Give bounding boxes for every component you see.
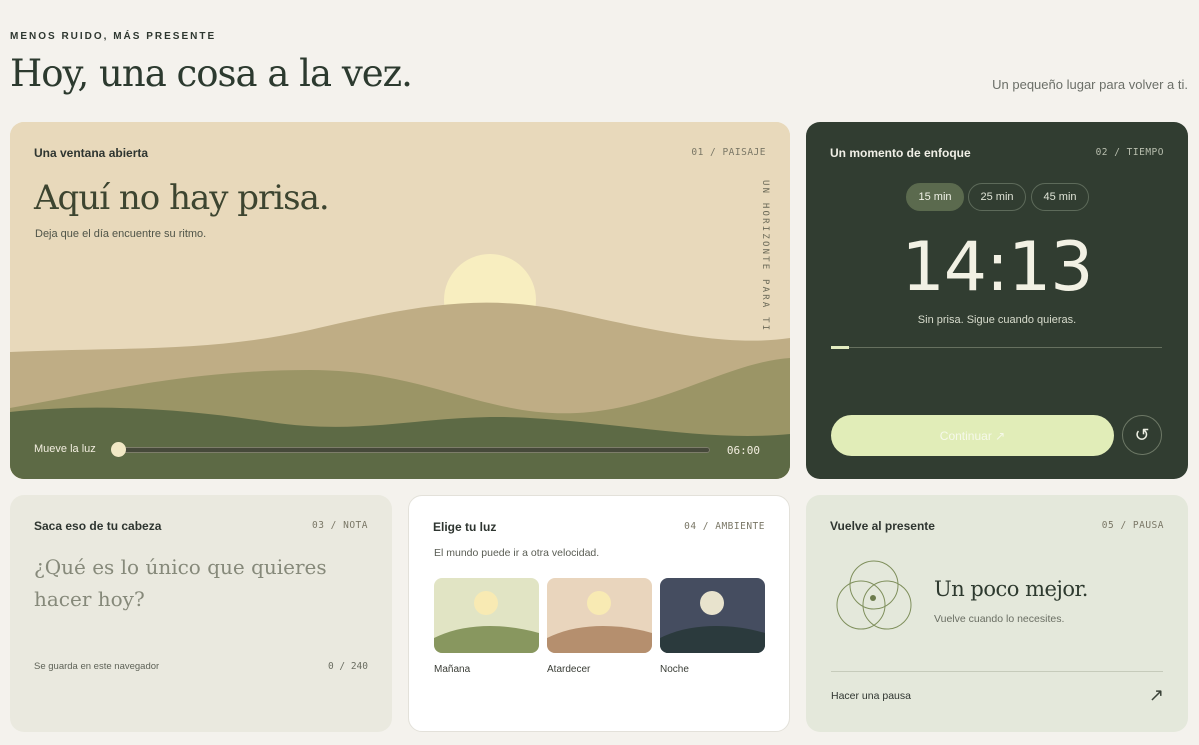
continue-button[interactable]: Continuar ↗ — [831, 415, 1114, 456]
pause-message: Un poco mejor. — [934, 577, 1088, 601]
tagline: Un pequeño lugar para volver a ti. — [992, 77, 1188, 92]
light-slider-handle[interactable] — [111, 442, 126, 457]
divider — [831, 671, 1163, 672]
landscape-tag: 01 / PAISAJE — [691, 147, 766, 158]
landscape-illustration — [10, 122, 790, 479]
progress-fill — [831, 346, 849, 349]
landscape-title: Una ventana abierta — [34, 146, 149, 160]
duration-15[interactable]: 15 min — [906, 183, 964, 211]
duration-45[interactable]: 45 min — [1031, 183, 1089, 211]
pause-link[interactable]: Hacer una pausa — [831, 690, 911, 702]
pause-submessage: Vuelve cuando lo necesites. — [934, 613, 1065, 625]
light-option-label: Noche — [660, 664, 689, 675]
light-option-noche[interactable] — [660, 578, 765, 653]
sunset-scene-icon — [547, 578, 652, 653]
light-slider[interactable] — [118, 447, 710, 453]
reset-icon: ↺ — [1134, 424, 1150, 445]
focus-title: Un momento de enfoque — [830, 146, 971, 160]
light-option-atardecer[interactable] — [547, 578, 652, 653]
slider-time: 06:00 — [726, 444, 760, 457]
char-count: 0 / 240 — [327, 661, 368, 672]
pause-card: Vuelve al presente 05 / PAUSA Un poco me… — [806, 495, 1188, 732]
vertical-caption: UN HORIZONTE PARA TI — [760, 180, 770, 333]
landscape-subtitle: Deja que el día encuentre su ritmo. — [35, 228, 207, 240]
pause-tag: 05 / PAUSA — [1101, 520, 1164, 531]
progress-track — [831, 347, 1162, 348]
ambient-tag: 04 / AMBIENTE — [684, 521, 765, 532]
light-option-label: Mañana — [434, 664, 471, 675]
morning-scene-icon — [434, 578, 539, 653]
ambient-title: Elige tu luz — [433, 520, 497, 534]
breathing-circles-icon — [836, 560, 912, 630]
arrow-up-right-icon[interactable]: ↗ — [1149, 685, 1164, 706]
duration-25[interactable]: 25 min — [968, 183, 1026, 211]
light-option-label: Atardecer — [547, 664, 591, 675]
eyebrow: MENOS RUIDO, MÁS PRESENTE — [10, 31, 217, 42]
note-input[interactable]: ¿Qué es lo único que quieres hacer hoy? — [34, 551, 374, 615]
note-tag: 03 / NOTA — [312, 520, 368, 531]
note-card: Saca eso de tu cabeza 03 / NOTA ¿Qué es … — [10, 495, 392, 732]
note-title: Saca eso de tu cabeza — [34, 519, 162, 533]
note-footer: Se guarda en este navegador — [34, 661, 160, 672]
timer-display: 14:13 — [901, 228, 1094, 307]
slider-label: Mueve la luz — [34, 443, 96, 455]
page-title: Hoy, una cosa a la vez. — [10, 52, 413, 95]
reset-button[interactable]: ↺ — [1122, 415, 1162, 455]
landscape-headline: Aquí no hay prisa. — [34, 178, 330, 218]
ambient-description: El mundo puede ir a otra velocidad. — [434, 547, 600, 559]
ambient-card: Elige tu luz 04 / AMBIENTE El mundo pued… — [408, 495, 790, 732]
pause-title: Vuelve al presente — [830, 519, 935, 533]
focus-card: Un momento de enfoque 02 / TIEMPO 15 min… — [806, 122, 1188, 479]
landscape-card: Una ventana abierta 01 / PAISAJE Aquí no… — [10, 122, 790, 479]
focus-tag: 02 / TIEMPO — [1095, 147, 1164, 158]
night-scene-icon — [660, 578, 765, 653]
timer-status: Sin prisa. Sigue cuando quieras. — [917, 314, 1077, 326]
light-option-manana[interactable] — [434, 578, 539, 653]
